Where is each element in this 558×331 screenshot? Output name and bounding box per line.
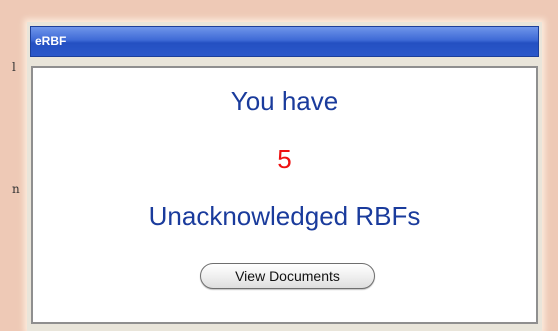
erbf-widget: eRBF You have 5 Unacknowledged RBFs View… [27,22,542,331]
view-documents-button[interactable]: View Documents [200,263,375,289]
unacknowledged-count: 5 [277,144,292,174]
headline-text: You have [230,86,339,116]
widget-titlebar: eRBF [30,26,539,57]
left-edge-fragment-1: l [12,60,16,74]
left-edge-fragment-2: n [12,182,20,196]
widget-content: You have 5 Unacknowledged RBFs View Docu… [31,66,538,324]
subject-text: Unacknowledged RBFs [148,201,421,231]
widget-title: eRBF [35,34,67,48]
